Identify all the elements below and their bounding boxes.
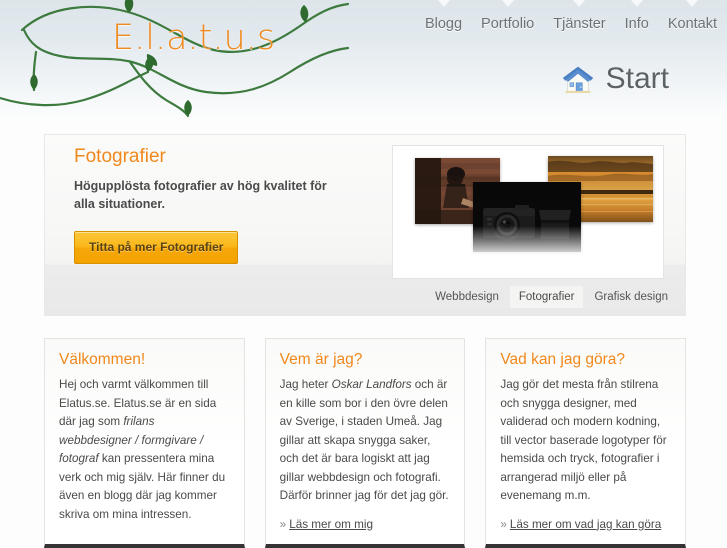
feature-banner: Fotografier Högupplösta fotografier av h… <box>44 134 686 316</box>
tab-webbdesign[interactable]: Webbdesign <box>426 286 508 308</box>
column-body: Jag gör det mesta från stilrena och snyg… <box>500 376 671 506</box>
nav-item-info[interactable]: Info <box>625 0 649 32</box>
view-more-photos-button[interactable]: Titta på mer Fotografier <box>74 231 239 264</box>
banner-subtitle: Högupplösta fotografier av hög kvalitet … <box>74 179 327 211</box>
column-body-post: och är en kille som bor i den övre delen… <box>279 378 449 502</box>
camera-product-photo[interactable] <box>473 182 581 252</box>
link-label: Läs mer om mig <box>289 517 373 531</box>
nav-item-tjanster[interactable]: Tjänster <box>553 0 606 32</box>
house-icon <box>562 66 593 93</box>
site-logo[interactable]: E.l.a.t.u.s <box>112 18 275 58</box>
nav-item-kontakt[interactable]: Kontakt <box>668 0 717 32</box>
read-more-services-link[interactable]: » Läs mer om vad jag kan göra <box>500 518 671 531</box>
column-vad-kan-jag-gora: Vad kan jag göra? Jag gör det mesta från… <box>485 338 687 548</box>
column-valkommen: Välkommen! Hej och varmt välkommen till … <box>44 338 245 548</box>
read-more-about-me-link[interactable]: » Läs mer om mig <box>280 518 451 531</box>
column-body-pre: Jag gör det mesta från stilrena och snyg… <box>500 378 667 502</box>
column-body-pre: Jag heter <box>279 378 332 391</box>
column-title: Vad kan jag göra? <box>500 351 626 368</box>
banner-title: Fotografier <box>74 146 166 167</box>
column-body-emphasis: Oskar Landfors <box>331 378 412 391</box>
main-nav: Blogg Portfolio Tjänster Info Kontakt <box>425 0 717 32</box>
column-body: Jag heter Oskar Landfors och är en kille… <box>280 376 451 506</box>
site-header: E.l.a.t.u.s Blogg Portfolio Tjänster Inf… <box>0 0 727 122</box>
column-body: Hej och varmt välkommen till Elatus.se. … <box>59 376 230 524</box>
photo-collage <box>392 145 664 279</box>
chevron-right-icon: » <box>500 517 507 531</box>
nav-item-portfolio[interactable]: Portfolio <box>481 0 534 32</box>
column-title: Vem är jag? <box>279 351 363 368</box>
info-columns: Välkommen! Hej och varmt välkommen till … <box>44 338 687 548</box>
column-vem-ar-jag: Vem är jag? Jag heter Oskar Landfors och… <box>264 338 466 548</box>
tab-grafisk-design[interactable]: Grafisk design <box>585 286 677 308</box>
chevron-right-icon: » <box>279 517 287 531</box>
category-tabs: Webbdesign Fotografier Grafisk design <box>426 286 677 308</box>
banner-text-block: Fotografier Högupplösta fotografier av h… <box>74 146 374 264</box>
page-title: Start <box>605 62 669 95</box>
link-label: Läs mer om vad jag kan göra <box>509 517 662 531</box>
tab-fotografier[interactable]: Fotografier <box>509 286 584 308</box>
nav-item-blogg[interactable]: Blogg <box>425 0 462 32</box>
column-title: Välkommen! <box>59 351 146 368</box>
page-title-block: Start <box>559 60 669 98</box>
